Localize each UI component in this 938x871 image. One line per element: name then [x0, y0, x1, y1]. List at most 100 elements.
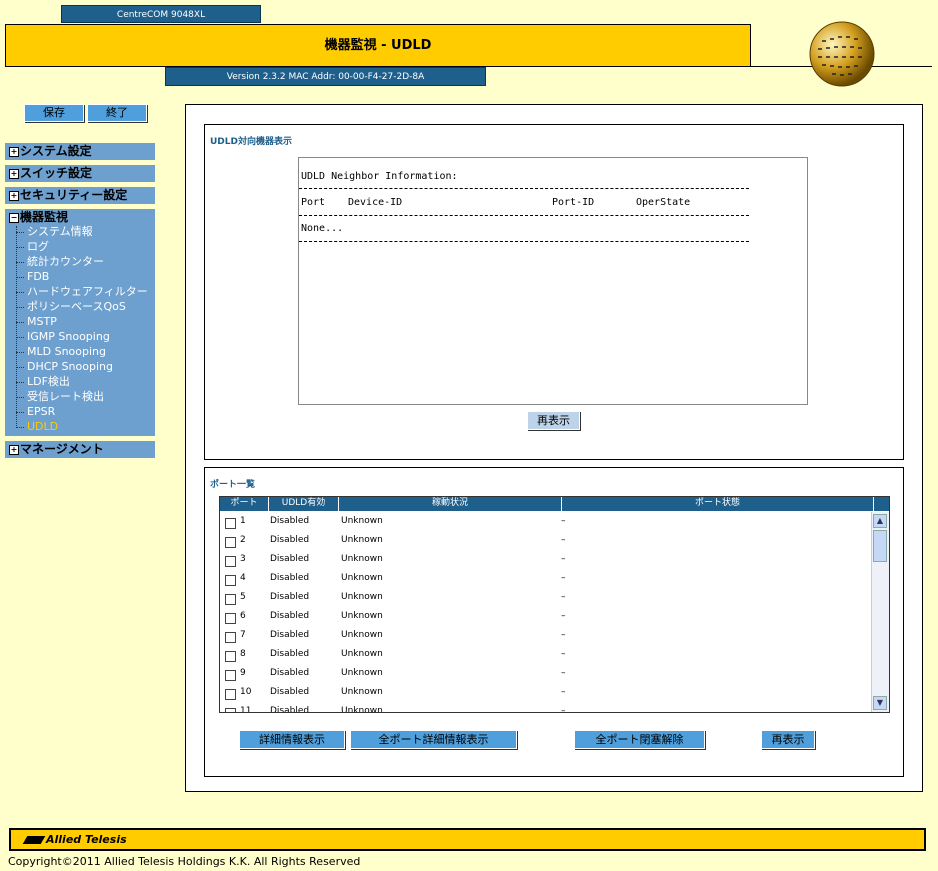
sidebar-item-monitor[interactable]: − 機器監視	[9, 209, 68, 225]
port-number: 8	[240, 649, 246, 659]
port-checkbox[interactable]	[225, 708, 236, 712]
udld-enabled: Disabled	[270, 706, 310, 713]
sidebar-item-label: マネージメント	[20, 442, 104, 456]
port-number: 7	[240, 630, 246, 640]
port-checkbox[interactable]	[225, 537, 236, 548]
neighbor-header: UDLD Neighbor Information:	[301, 171, 458, 182]
table-row[interactable]: 10 Disabled Unknown –	[220, 684, 870, 703]
sidebar-item-udld[interactable]: UDLD	[27, 420, 58, 434]
table-row[interactable]: 11 Disabled Unknown –	[220, 703, 870, 713]
scroll-up-icon[interactable]: ▲	[873, 514, 887, 528]
exit-button[interactable]: 終了	[87, 104, 147, 122]
detail-info-button[interactable]: 詳細情報表示	[239, 730, 345, 749]
sidebar-item-epsr[interactable]: EPSR	[27, 405, 55, 419]
table-row[interactable]: 2 Disabled Unknown –	[220, 532, 870, 551]
divider	[299, 215, 749, 216]
port-checkbox[interactable]	[225, 556, 236, 567]
logo-text: Allied Telesis	[46, 833, 127, 846]
sidebar-item-mld[interactable]: MLD Snooping	[27, 345, 106, 359]
operation-status: Unknown	[341, 611, 383, 621]
scroll-thumb[interactable]	[873, 530, 887, 562]
port-number: 5	[240, 592, 246, 602]
sidebar-item-mstp[interactable]: MSTP	[27, 315, 57, 329]
operation-status: Unknown	[341, 706, 383, 713]
sidebar-item-qos[interactable]: ポリシーベースQoS	[27, 300, 126, 314]
table-row[interactable]: 5 Disabled Unknown –	[220, 589, 870, 608]
sidebar-item-label: セキュリティー設定	[20, 188, 128, 202]
sidebar-item-security[interactable]: + セキュリティー設定	[5, 187, 155, 204]
neighbor-info-box[interactable]: UDLD Neighbor Information: Port Device-I…	[298, 157, 808, 405]
port-checkbox[interactable]	[225, 594, 236, 605]
table-row[interactable]: 9 Disabled Unknown –	[220, 665, 870, 684]
port-checkbox[interactable]	[225, 613, 236, 624]
port-checkbox[interactable]	[225, 651, 236, 662]
sidebar-item-switch[interactable]: + スイッチ設定	[5, 165, 155, 182]
sidebar-item-system[interactable]: + システム設定	[5, 143, 155, 160]
sidebar-item-fdb[interactable]: FDB	[27, 270, 49, 284]
divider	[299, 241, 749, 242]
tree-tick	[16, 322, 24, 324]
table-row[interactable]: 6 Disabled Unknown –	[220, 608, 870, 627]
sidebar-item-counters[interactable]: 統計カウンター	[27, 255, 104, 269]
port-checkbox[interactable]	[225, 575, 236, 586]
table-row[interactable]: 3 Disabled Unknown –	[220, 551, 870, 570]
refresh-ports-button[interactable]: 再表示	[761, 730, 815, 749]
port-state: –	[561, 535, 566, 545]
sidebar-item-hw-filter[interactable]: ハードウェアフィルター	[27, 285, 148, 299]
table-row[interactable]: 4 Disabled Unknown –	[220, 570, 870, 589]
port-number: 6	[240, 611, 246, 621]
port-number: 9	[240, 668, 246, 678]
all-port-detail-button[interactable]: 全ポート詳細情報表示	[350, 730, 517, 749]
sidebar-item-management[interactable]: + マネージメント	[5, 441, 155, 458]
expand-icon: +	[9, 444, 19, 455]
save-button[interactable]: 保存	[24, 104, 84, 122]
expand-icon: +	[9, 190, 19, 201]
table-row[interactable]: 1 Disabled Unknown –	[220, 513, 870, 532]
tree-tick	[16, 277, 24, 279]
tree-tick	[16, 427, 24, 429]
tree-tick	[16, 352, 24, 354]
scroll-down-icon[interactable]: ▼	[873, 696, 887, 710]
refresh-neighbor-button[interactable]: 再表示	[527, 411, 580, 430]
port-number: 4	[240, 573, 246, 583]
tree-tick	[16, 307, 24, 309]
port-checkbox[interactable]	[225, 632, 236, 643]
page-title: 機器監視 - UDLD	[5, 24, 751, 67]
unblock-all-ports-button[interactable]: 全ポート閉塞解除	[574, 730, 705, 749]
sidebar-item-log[interactable]: ログ	[27, 240, 49, 254]
port-number: 11	[240, 706, 252, 713]
col-oper-state: OperState	[636, 197, 691, 208]
sidebar-item-igmp[interactable]: IGMP Snooping	[27, 330, 110, 344]
sidebar-item-dhcp[interactable]: DHCP Snooping	[27, 360, 113, 374]
operation-status: Unknown	[341, 516, 383, 526]
port-checkbox[interactable]	[225, 518, 236, 529]
operation-status: Unknown	[341, 535, 383, 545]
port-state: –	[561, 592, 566, 602]
sidebar-monitor-group: − 機器監視 システム情報 ログ 統計カウンター FDB ハードウェアフィルター …	[5, 209, 155, 436]
port-state: –	[561, 611, 566, 621]
port-number: 2	[240, 535, 246, 545]
col-port: Port	[301, 197, 326, 208]
port-checkbox[interactable]	[225, 689, 236, 700]
neighbor-none: None...	[301, 223, 344, 234]
version-info: Version 2.3.2 MAC Addr: 00-00-F4-27-2D-8…	[165, 67, 486, 86]
port-state: –	[561, 573, 566, 583]
tree-tick	[16, 247, 24, 249]
table-row[interactable]: 8 Disabled Unknown –	[220, 646, 870, 665]
tree-tick	[16, 367, 24, 369]
operation-status: Unknown	[341, 592, 383, 602]
sidebar-item-ldf[interactable]: LDF検出	[27, 375, 70, 389]
scrollbar[interactable]: ▲ ▼	[871, 512, 889, 712]
port-checkbox[interactable]	[225, 670, 236, 681]
th-port: ポート	[220, 497, 269, 511]
sidebar-item-label: スイッチ設定	[20, 166, 93, 180]
sidebar-item-system-info[interactable]: システム情報	[27, 225, 93, 239]
port-state: –	[561, 554, 566, 564]
udld-enabled: Disabled	[270, 611, 310, 621]
operation-status: Unknown	[341, 630, 383, 640]
divider	[299, 188, 749, 189]
sidebar-item-rate-detect[interactable]: 受信レート検出	[27, 390, 104, 404]
udld-enabled: Disabled	[270, 649, 310, 659]
operation-status: Unknown	[341, 668, 383, 678]
table-row[interactable]: 7 Disabled Unknown –	[220, 627, 870, 646]
